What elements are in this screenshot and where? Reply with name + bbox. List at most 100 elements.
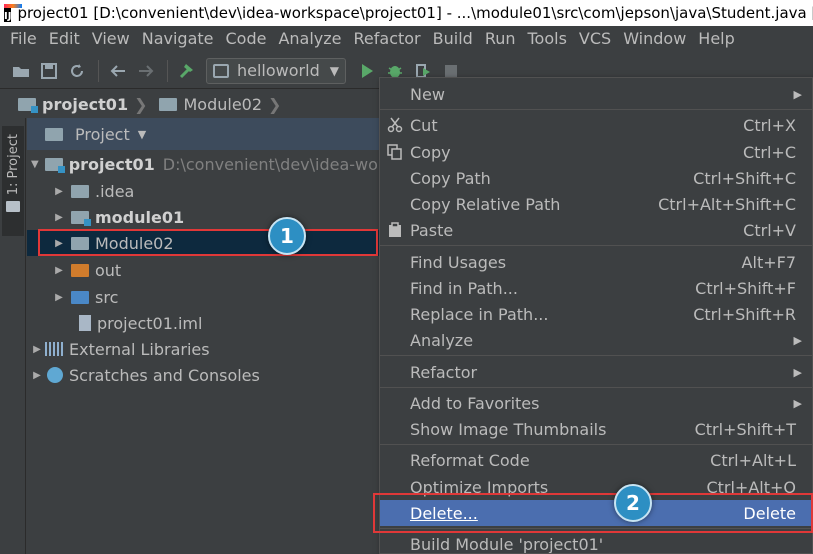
folder-icon [6, 201, 20, 213]
breadcrumb-module02[interactable]: Module02 [153, 95, 262, 114]
run-config-label: helloworld [237, 61, 320, 80]
breadcrumb-project[interactable]: project01 [12, 95, 128, 114]
folder-icon [71, 184, 89, 198]
tree-row-out[interactable]: ▶ out [27, 257, 387, 283]
menu-run[interactable]: Run [479, 29, 522, 48]
toolbar-separator [167, 59, 168, 82]
forward-arrow-icon[interactable] [133, 58, 159, 84]
chevron-down-icon[interactable]: ▼ [138, 128, 146, 141]
menu-view[interactable]: View [86, 29, 136, 48]
expand-right-icon[interactable]: ▶ [31, 370, 43, 381]
chevron-down-icon: ▼ [329, 63, 339, 78]
scissors-icon [386, 116, 404, 134]
menu-item-refactor[interactable]: Refactor ▶ [380, 359, 812, 385]
save-icon[interactable] [36, 58, 62, 84]
menu-item-add-to-favorites[interactable]: Add to Favorites ▶ [380, 390, 812, 416]
tree-row-scratches[interactable]: ▶ Scratches and Consoles [27, 362, 387, 388]
menu-item-copy[interactable]: Copy Ctrl+C [380, 139, 812, 165]
menu-item-paste[interactable]: Paste Ctrl+V [380, 217, 812, 243]
project-view-selector[interactable]: Project [75, 125, 130, 144]
project-panel-header: Project ▼ [27, 118, 387, 150]
module-folder-icon [71, 210, 91, 226]
build-hammer-icon[interactable] [174, 58, 200, 84]
breadcrumb-separator: ❯ [268, 94, 282, 114]
open-folder-icon[interactable] [8, 58, 34, 84]
tree-row-external-libraries[interactable]: ▶ External Libraries [27, 336, 387, 362]
menu-item-replace-in-path[interactable]: Replace in Path... Ctrl+Shift+R [380, 301, 812, 327]
menu-file[interactable]: File [4, 29, 43, 48]
menu-item-find-usages[interactable]: Find Usages Alt+F7 [380, 249, 812, 275]
menu-help[interactable]: Help [692, 29, 740, 48]
breadcrumb-separator: ❯ [134, 94, 148, 114]
source-folder-icon [71, 290, 89, 304]
menu-separator [380, 387, 812, 388]
project-root-path: D:\convenient\dev\idea-workspace\project… [162, 154, 387, 174]
menu-code[interactable]: Code [220, 29, 273, 48]
project-view-icon [45, 127, 63, 141]
clipboard-paste-icon [386, 221, 404, 239]
expand-right-icon[interactable]: ▶ [53, 186, 65, 197]
menu-separator [380, 444, 812, 445]
submenu-arrow-icon: ▶ [793, 87, 802, 101]
back-arrow-icon[interactable] [105, 58, 131, 84]
menu-item-copy-relative-path[interactable]: Copy Relative Path Ctrl+Alt+Shift+C [380, 191, 812, 217]
menu-item-reformat-code[interactable]: Reformat Code Ctrl+Alt+L [380, 447, 812, 473]
project-tool-tab[interactable]: 1: Project [2, 126, 24, 236]
expand-right-icon[interactable]: ▶ [53, 212, 65, 223]
menu-navigate[interactable]: Navigate [136, 29, 220, 48]
step-badge-2: 2 [614, 484, 652, 522]
menu-item-cut[interactable]: Cut Ctrl+X [380, 112, 812, 138]
tree-row-module01[interactable]: ▶ module01 [27, 204, 387, 230]
menu-item-build-module[interactable]: Build Module 'project01' [380, 531, 812, 554]
menu-item-show-image-thumbnails[interactable]: Show Image Thumbnails Ctrl+Shift+T [380, 416, 812, 442]
highlight-box-module02 [38, 229, 378, 256]
menu-build[interactable]: Build [427, 29, 479, 48]
tree-row-idea[interactable]: ▶ .idea [27, 178, 387, 204]
menu-edit[interactable]: Edit [43, 29, 86, 48]
menu-refactor[interactable]: Refactor [348, 29, 427, 48]
menu-tools[interactable]: Tools [522, 29, 573, 48]
submenu-arrow-icon: ▶ [793, 333, 802, 347]
tree-row-iml[interactable]: project01.iml [27, 310, 387, 336]
highlight-box-delete [373, 493, 813, 533]
toolbar-separator [98, 59, 99, 82]
expand-right-icon[interactable]: ▶ [53, 265, 65, 276]
sync-icon[interactable] [64, 58, 90, 84]
submenu-arrow-icon: ▶ [793, 365, 802, 379]
menu-separator [380, 355, 812, 356]
menu-vcs[interactable]: VCS [573, 29, 617, 48]
left-tool-strip: 1: Project [0, 118, 26, 554]
expand-right-icon[interactable]: ▶ [31, 344, 43, 355]
run-icon[interactable] [354, 58, 380, 84]
expand-right-icon[interactable]: ▶ [53, 292, 65, 303]
menu-item-new[interactable]: New ▶ [380, 81, 812, 107]
intellij-logo-icon: IJ [4, 4, 24, 22]
copy-icon [386, 143, 404, 161]
project-folder-icon [18, 97, 38, 113]
menu-separator [380, 245, 812, 246]
run-config-icon [213, 63, 229, 78]
output-folder-icon [71, 263, 89, 277]
menu-analyze[interactable]: Analyze [272, 29, 347, 48]
menu-bar: File Edit View Navigate Code Analyze Ref… [0, 26, 813, 51]
iml-file-icon [79, 315, 91, 331]
title-bar: IJ project01 [D:\convenient\dev\idea-wor… [0, 0, 813, 26]
step-badge-1: 1 [268, 217, 306, 255]
project-folder-icon [44, 157, 65, 173]
project-tree: ▼ project01 D:\convenient\dev\idea-works… [27, 150, 387, 554]
scratches-icon [47, 367, 63, 383]
tree-row-src[interactable]: ▶ src [27, 284, 387, 310]
context-menu: New ▶ Cut Ctrl+X Copy Ctrl+C Copy Path C… [379, 77, 813, 554]
submenu-arrow-icon: ▶ [793, 396, 802, 410]
expand-down-icon[interactable]: ▼ [31, 159, 39, 170]
window-title: project01 [D:\convenient\dev\idea-worksp… [17, 4, 813, 22]
menu-window[interactable]: Window [617, 29, 692, 48]
menu-item-find-in-path[interactable]: Find in Path... Ctrl+Shift+F [380, 275, 812, 301]
library-icon [45, 342, 63, 356]
tree-row-project01[interactable]: ▼ project01 D:\convenient\dev\idea-works… [27, 151, 387, 177]
breadcrumb: project01 ❯ Module02 ❯ [0, 90, 380, 118]
menu-item-analyze[interactable]: Analyze ▶ [380, 327, 812, 353]
menu-separator [380, 109, 812, 110]
run-configuration-select[interactable]: helloworld ▼ [206, 57, 346, 84]
menu-item-copy-path[interactable]: Copy Path Ctrl+Shift+C [380, 165, 812, 191]
